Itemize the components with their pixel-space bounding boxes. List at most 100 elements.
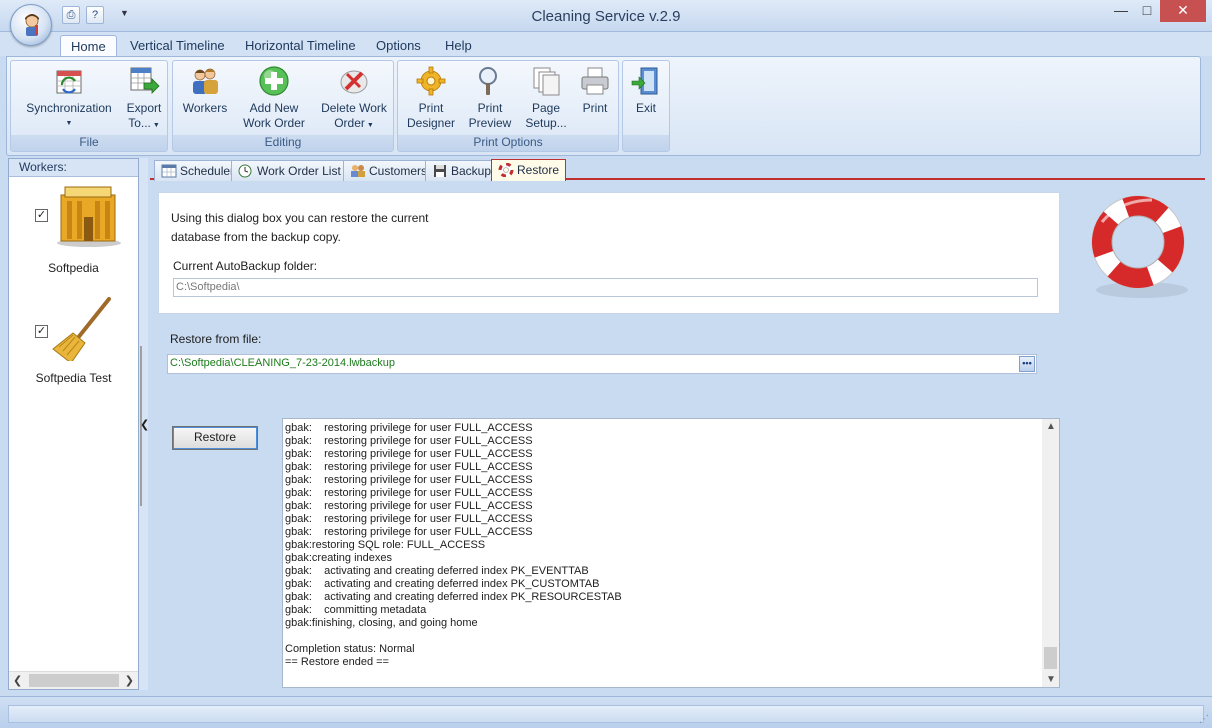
log-line: Completion status: Normal <box>285 643 415 655</box>
synchronization-label: Synchronization <box>26 101 112 115</box>
tab-help[interactable]: Help <box>435 35 482 57</box>
log-line: gbak: restoring privilege for user FULL_… <box>285 422 533 434</box>
customers-icon <box>351 165 365 177</box>
page-setup-label-2: Setup... <box>525 116 567 130</box>
dropdown-arrow-icon: ▼ <box>65 120 73 127</box>
ribbon-group-exit: Exit <box>622 60 670 152</box>
group-label-file: File <box>11 135 167 151</box>
log-line: gbak:creating indexes <box>285 552 393 564</box>
gear-icon <box>416 66 446 96</box>
scroll-up-icon[interactable]: ▲ <box>1046 421 1056 432</box>
collapse-left-icon[interactable]: ❮ <box>140 418 149 431</box>
page-setup-button[interactable]: Page Setup... <box>520 65 572 131</box>
scroll-down-icon[interactable]: ▼ <box>1046 674 1056 685</box>
log-line: gbak:finishing, closing, and going home <box>285 617 478 629</box>
log-line: gbak: restoring privilege for user FULL_… <box>285 526 533 538</box>
broom-icon <box>52 297 111 361</box>
maximize-button[interactable]: □ <box>1134 0 1160 22</box>
tab-home[interactable]: Home <box>60 35 117 57</box>
workers-horizontal-scrollbar[interactable]: ❮ ❯ <box>9 671 138 689</box>
print-label: Print <box>582 101 608 115</box>
tab-work-order-list[interactable]: Work Order List <box>231 160 348 181</box>
worker-checkbox[interactable]: ✓ <box>35 325 48 338</box>
export-label-2: To... <box>128 116 151 130</box>
cleaner-avatar-icon <box>25 14 39 36</box>
close-button[interactable]: ✕ <box>1160 0 1206 22</box>
tab-restore[interactable]: Restore <box>491 159 567 181</box>
tab-horizontal-timeline[interactable]: Horizontal Timeline <box>235 35 366 57</box>
status-bar: ⋰ <box>0 696 1212 728</box>
window-title: Cleaning Service v.2.9 <box>531 8 681 25</box>
restore-log-textarea[interactable]: gbak: restoring privilege for user FULL_… <box>282 418 1060 688</box>
delete-work-order-label-1: Delete Work <box>321 101 387 115</box>
dropdown-arrow-icon: ▼ <box>364 122 374 129</box>
log-line: gbak: committing metadata <box>285 604 427 616</box>
autobackup-folder-label: Current AutoBackup folder: <box>173 259 318 273</box>
group-label-print-options: Print Options <box>398 135 618 151</box>
ribbon: Synchronization ▼ Export To... ▼ File Wo… <box>6 56 1201 156</box>
log-line: gbak: activating and creating deferred i… <box>285 578 600 590</box>
restore-file-path-value: C:\Softpedia\CLEANING_7-23-2014.lwbackup <box>170 357 396 369</box>
tab-customers[interactable]: Customers <box>343 160 435 181</box>
tab-restore-label: Restore <box>517 163 560 177</box>
calendar-grid-icon <box>161 164 177 178</box>
export-to-button[interactable]: Export To... ▼ <box>121 65 167 133</box>
resize-grip-icon[interactable]: ⋰ <box>1199 714 1209 725</box>
workers-header: Workers: <box>9 159 138 177</box>
print-preview-label-2: Preview <box>468 116 512 130</box>
export-table-icon <box>130 67 160 94</box>
page-setup-label-1: Page <box>531 101 561 115</box>
print-designer-label-2: Designer <box>406 116 456 130</box>
title-bar: ⎙ ? ▼ Cleaning Service v.2.9 — □ ✕ <box>0 0 1212 46</box>
exit-label: Exit <box>635 101 656 115</box>
tab-work-order-list-label: Work Order List <box>257 164 341 178</box>
magnifier-icon <box>479 67 497 95</box>
tab-vertical-timeline[interactable]: Vertical Timeline <box>120 35 235 57</box>
tab-backup[interactable]: Backup <box>425 160 499 181</box>
tab-options[interactable]: Options <box>366 35 431 57</box>
panel-splitter[interactable]: ❮ <box>139 158 149 690</box>
worker-item[interactable]: ✓ Softpedia <box>9 183 138 283</box>
restore-file-path-input[interactable]: C:\Softpedia\CLEANING_7-23-2014.lwbackup… <box>167 354 1037 374</box>
scrollbar-thumb[interactable] <box>1044 647 1057 669</box>
ribbon-tab-strip: Home Vertical Timeline Horizontal Timeli… <box>0 32 1212 57</box>
workers-panel: Workers: ✓ Softpedia ✓ Softpedia Test ❮ <box>8 158 139 690</box>
log-line: gbak: restoring privilege for user FULL_… <box>285 448 533 460</box>
main-area: Workers: ✓ Softpedia ✓ Softpedia Test ❮ <box>0 158 1212 694</box>
log-line: gbak: restoring privilege for user FULL_… <box>285 513 533 525</box>
minimize-button[interactable]: — <box>1108 0 1134 22</box>
synchronization-icon <box>56 70 82 94</box>
scrollbar-thumb[interactable] <box>29 674 119 687</box>
log-line: gbak: restoring privilege for user FULL_… <box>285 487 533 499</box>
restore-button[interactable]: Restore <box>172 426 258 450</box>
print-preview-button[interactable]: Print Preview <box>464 65 516 131</box>
restore-info-box: Using this dialog box you can restore th… <box>158 192 1060 314</box>
tab-scheduler[interactable]: Scheduler <box>154 160 242 181</box>
add-work-order-button[interactable]: Add New Work Order <box>239 65 309 131</box>
log-line: gbak: activating and creating deferred i… <box>285 565 589 577</box>
scroll-right-icon[interactable]: ❯ <box>125 674 134 687</box>
log-line: == Restore ended == <box>285 656 389 668</box>
delete-work-order-button[interactable]: Delete Work Order ▼ <box>317 65 391 133</box>
printer-icon <box>581 67 609 95</box>
log-vertical-scrollbar[interactable]: ▲ ▼ <box>1042 419 1059 687</box>
clock-list-icon <box>238 164 252 178</box>
workers-button[interactable]: Workers <box>177 65 233 116</box>
workers-label: Workers <box>182 101 228 115</box>
scroll-left-icon[interactable]: ❮ <box>13 674 22 687</box>
worker-item[interactable]: ✓ Softpedia Test <box>9 297 138 397</box>
lifebuoy-small-icon <box>498 163 514 177</box>
delete-work-order-label-2: Order <box>334 116 365 130</box>
delete-icon <box>340 70 368 94</box>
restore-description: Using this dialog box you can restore th… <box>171 209 471 247</box>
synchronization-button[interactable]: Synchronization ▼ <box>19 65 119 131</box>
ribbon-group-editing: Workers Add New Work Order Delete Work O… <box>172 60 394 152</box>
worker-checkbox[interactable]: ✓ <box>35 209 48 222</box>
browse-file-button[interactable]: ••• <box>1019 356 1035 372</box>
print-designer-button[interactable]: Print Designer <box>402 65 460 131</box>
print-button[interactable]: Print <box>574 65 616 116</box>
restore-description-line2: database from the backup copy. <box>171 230 341 244</box>
app-menu-orb-button[interactable] <box>10 4 52 46</box>
exit-button[interactable]: Exit <box>627 65 665 116</box>
